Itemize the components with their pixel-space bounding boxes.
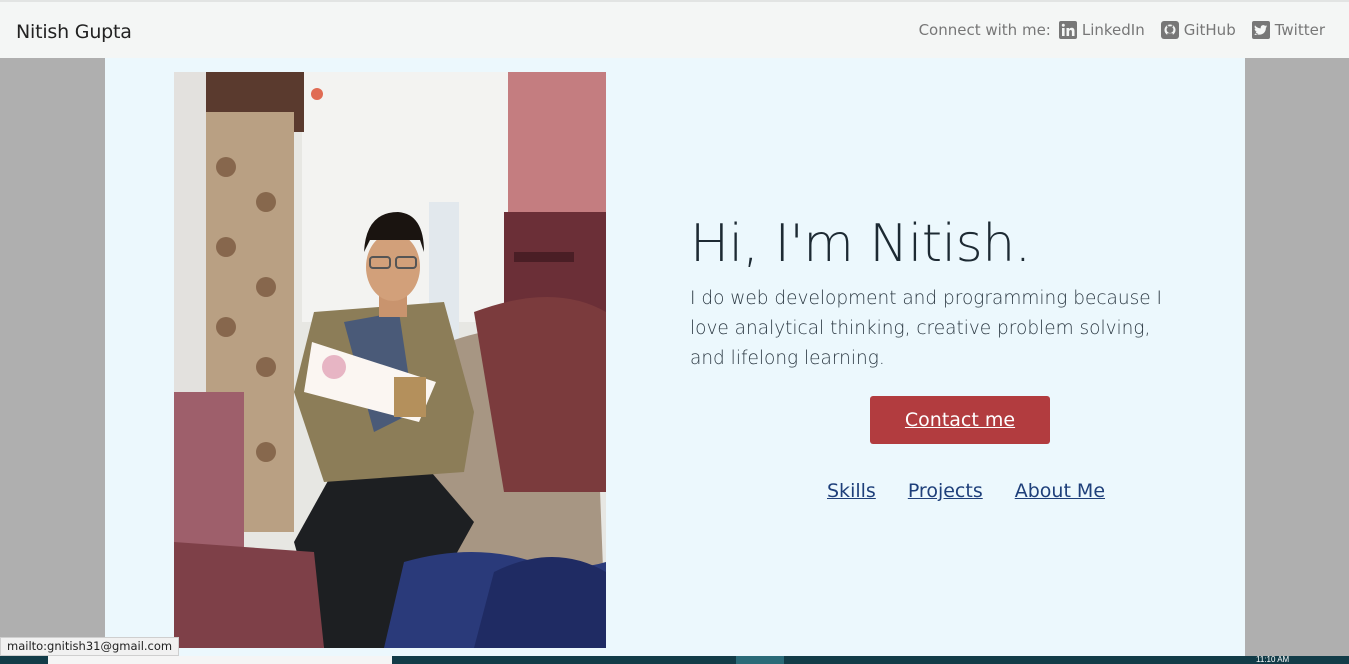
projects-link[interactable]: Projects [908,480,983,502]
linkedin-icon [1058,21,1077,39]
taskbar-search-box[interactable] [48,656,392,664]
skills-link[interactable]: Skills [827,480,876,502]
connect-label: Connect with me: [918,21,1051,39]
contact-button[interactable]: Contact me [870,396,1050,444]
linkedin-label: LinkedIn [1081,21,1145,39]
github-icon [1160,21,1179,39]
hero-section: Hi, I'm Nitish. I do web development and… [105,58,1245,656]
taskbar-clock[interactable]: 11:10 AM [1256,656,1289,664]
hero-heading: Hi, I'm Nitish. [690,214,1031,274]
profile-photo [174,72,606,648]
twitter-icon [1251,21,1270,39]
twitter-link[interactable]: Twitter [1251,21,1325,39]
section-links: Skills Projects About Me [827,480,1137,502]
taskbar: 11:10 AM [0,656,1349,664]
github-link[interactable]: GitHub [1160,21,1236,39]
navbar: Nitish Gupta Connect with me: LinkedIn G… [0,0,1349,58]
brand-link[interactable]: Nitish Gupta [16,21,132,43]
taskbar-active-app[interactable] [736,656,784,664]
about-me-link[interactable]: About Me [1015,480,1105,502]
linkedin-link[interactable]: LinkedIn [1058,21,1145,39]
social-links: Connect with me: LinkedIn GitHub Twitter [919,21,1325,39]
github-label: GitHub [1183,21,1236,39]
browser-status-bar: mailto:gnitish31@gmail.com [0,637,180,656]
twitter-label: Twitter [1274,21,1325,39]
hero-intro: I do web development and programming bec… [690,288,1162,369]
